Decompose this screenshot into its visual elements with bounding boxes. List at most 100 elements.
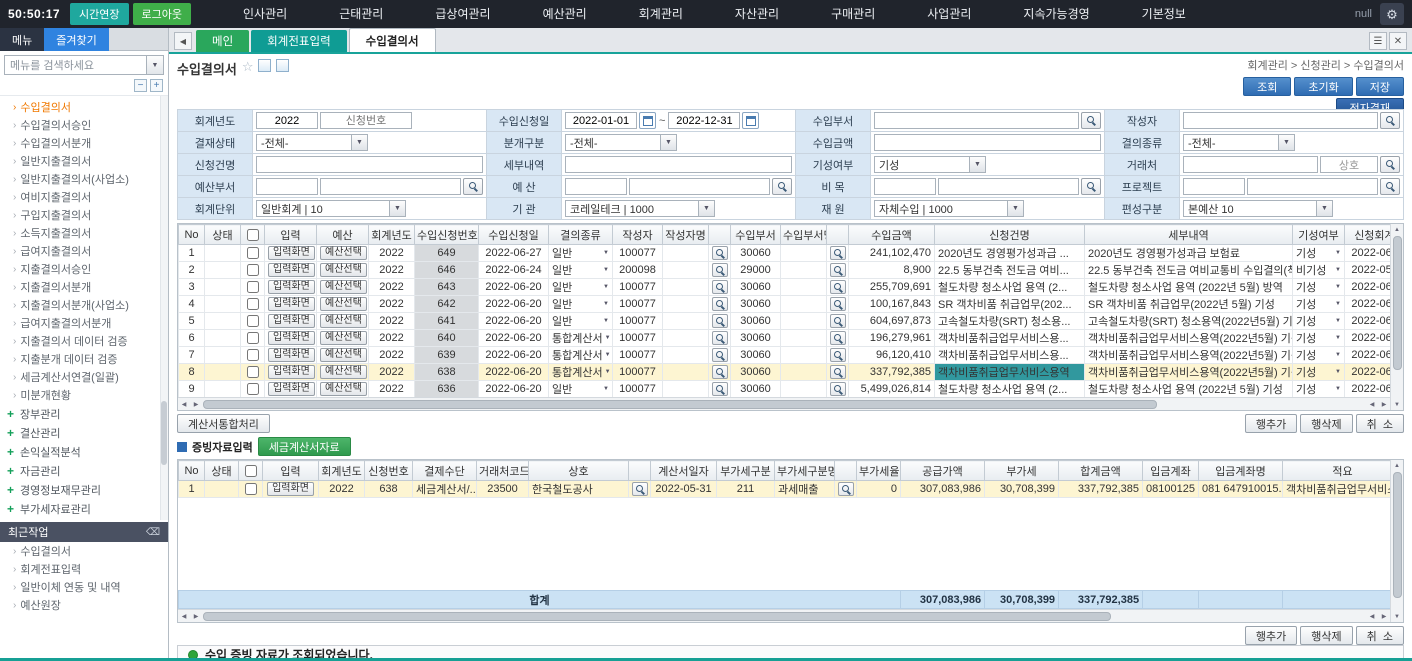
search-icon-button[interactable]: [830, 365, 846, 379]
search-icon-button[interactable]: [712, 331, 728, 345]
cell-select-completion[interactable]: 기성▼: [1293, 245, 1345, 262]
cell-select-res_type[interactable]: 일반▼: [549, 381, 613, 398]
cell-select-res_type[interactable]: 통합계산서▼: [549, 364, 613, 381]
logout-button[interactable]: 로그아웃: [133, 3, 191, 25]
income-amount-input[interactable]: [874, 134, 1101, 151]
cancel-button[interactable]: 취 소: [1356, 626, 1404, 645]
budget-select-button[interactable]: 예산선택: [320, 280, 367, 294]
input-screen-button[interactable]: 입력화면: [268, 314, 315, 328]
search-icon-button[interactable]: [712, 348, 728, 362]
tab-income-resolution[interactable]: 수입결의서: [349, 28, 436, 52]
search-icon[interactable]: [1380, 156, 1400, 173]
search-icon-button[interactable]: [830, 246, 846, 260]
search-icon[interactable]: [1081, 178, 1101, 195]
chevron-down-icon[interactable]: ▼: [698, 201, 714, 216]
writer-input[interactable]: [1183, 112, 1378, 129]
sidebar-menu-item[interactable]: ›여비지출결의서: [0, 188, 168, 206]
chevron-down-icon[interactable]: ▼: [1316, 201, 1332, 216]
search-icon-button[interactable]: [838, 482, 854, 496]
budget-select-button[interactable]: 예산선택: [320, 331, 367, 345]
row-checkbox[interactable]: [247, 349, 259, 361]
row-checkbox[interactable]: [245, 483, 257, 495]
help-icon[interactable]: [276, 59, 289, 72]
row-checkbox[interactable]: [247, 247, 259, 259]
row-checkbox[interactable]: [247, 332, 259, 344]
gear-icon[interactable]: ⚙: [1380, 3, 1404, 25]
input-screen-button[interactable]: 입력화면: [268, 280, 315, 294]
tab-main[interactable]: 메인: [196, 30, 249, 52]
expense-item-name-input[interactable]: [938, 178, 1079, 195]
time-extend-button[interactable]: 시간연장: [70, 3, 128, 25]
grid-row[interactable]: 2입력화면예산선택20226462022-06-24일반▼20009829000…: [179, 262, 1391, 279]
input-screen-button[interactable]: 입력화면: [268, 246, 315, 260]
budget-select-button[interactable]: 예산선택: [320, 365, 367, 379]
cell-select-completion[interactable]: 비기성▼: [1293, 262, 1345, 279]
cell-select-res_type[interactable]: 일반▼: [549, 313, 613, 330]
cell-select-completion[interactable]: 기성▼: [1293, 381, 1345, 398]
horizontal-scrollbar[interactable]: ◀▶ ◀▶: [178, 609, 1390, 622]
row-checkbox[interactable]: [247, 315, 259, 327]
grid-row[interactable]: 6입력화면예산선택20226402022-06-20통합계산서▼10007730…: [179, 330, 1391, 347]
search-icon-button[interactable]: [830, 280, 846, 294]
row-checkbox[interactable]: [247, 264, 259, 276]
sidebar-menu-item[interactable]: ›일반지출결의서(사업소): [0, 170, 168, 188]
agency-select[interactable]: 코레일테크 | 1000 ▼: [565, 200, 715, 217]
input-screen-button[interactable]: 입력화면: [268, 263, 315, 277]
sidebar-menu-item[interactable]: ›수입결의서분개: [0, 134, 168, 152]
topnav-item[interactable]: 예산관리: [517, 0, 613, 28]
vertical-scrollbar[interactable]: ▲ ▼: [1390, 460, 1403, 622]
search-icon-button[interactable]: [712, 263, 728, 277]
expand-plus-icon[interactable]: +: [7, 445, 14, 459]
chevron-down-icon[interactable]: ▼: [1278, 135, 1294, 150]
row-add-button[interactable]: 행추가: [1245, 626, 1297, 645]
search-icon-button[interactable]: [712, 365, 728, 379]
budget-select-button[interactable]: 예산선택: [320, 297, 367, 311]
budget-select-button[interactable]: 예산선택: [320, 382, 367, 396]
chevron-down-icon[interactable]: ▼: [660, 135, 676, 150]
project-name-input[interactable]: [1247, 178, 1378, 195]
row-checkbox[interactable]: [247, 366, 259, 378]
topnav-item[interactable]: 자산관리: [709, 0, 805, 28]
tab-close-icon[interactable]: ✕: [1389, 32, 1407, 50]
tax-invoice-button[interactable]: 세금계산서자료: [258, 437, 351, 456]
tab-journal-entry[interactable]: 회계전표입력: [251, 30, 346, 52]
topnav-item[interactable]: 인사관리: [217, 0, 313, 28]
search-icon-button[interactable]: [712, 297, 728, 311]
search-icon[interactable]: [1380, 112, 1400, 129]
row-add-button[interactable]: 행추가: [1245, 414, 1297, 433]
vertical-scrollbar[interactable]: ▲ ▼: [1390, 224, 1403, 410]
favorite-star-icon[interactable]: ☆: [242, 59, 254, 75]
grid-row[interactable]: 1입력화면2022638세금계산서/...23500한국철도공사2022-05-…: [179, 481, 1391, 498]
input-screen-button[interactable]: 입력화면: [268, 297, 315, 311]
grid-row[interactable]: 9입력화면예산선택20226362022-06-20일반▼10007730060…: [179, 381, 1391, 398]
recent-item[interactable]: ›예산원장: [0, 596, 168, 614]
resolution-type-select[interactable]: -전체- ▼: [1183, 134, 1295, 151]
cell-select-completion[interactable]: 기성▼: [1293, 364, 1345, 381]
cell-select-completion[interactable]: 기성▼: [1293, 347, 1345, 364]
fund-source-select[interactable]: 자체수입 | 1000 ▼: [874, 200, 1024, 217]
input-screen-button[interactable]: 입력화면: [268, 331, 315, 345]
select-all-checkbox[interactable]: [247, 229, 259, 241]
cell-select-completion[interactable]: 기성▼: [1293, 279, 1345, 296]
grid-row[interactable]: 1입력화면예산선택20226492022-06-27일반▼10007730060…: [179, 245, 1391, 262]
sidebar-group-item[interactable]: +결산관리: [0, 423, 168, 442]
budget-select-button[interactable]: 예산선택: [320, 263, 367, 277]
row-checkbox[interactable]: [247, 281, 259, 293]
topnav-item[interactable]: 지속가능경영: [997, 0, 1115, 28]
search-icon-button[interactable]: [712, 280, 728, 294]
search-icon-button[interactable]: [830, 263, 846, 277]
topnav-item[interactable]: 급상여관리: [409, 0, 516, 28]
topnav-item[interactable]: 근태관리: [313, 0, 409, 28]
sidebar-scrollbar[interactable]: [160, 96, 168, 520]
sidebar-menu-item[interactable]: ›미분개현황: [0, 386, 168, 404]
budget-dept-name-input[interactable]: [320, 178, 461, 195]
menu-search-combo[interactable]: 메뉴를 검색하세요 ▼: [4, 55, 164, 75]
sidebar-menu-item[interactable]: ›세금계산서연결(일괄): [0, 368, 168, 386]
grid-row[interactable]: 7입력화면예산선택20226392022-06-20통합계산서▼10007730…: [179, 347, 1391, 364]
recent-item[interactable]: ›일반이체 연동 및 내역: [0, 578, 168, 596]
sidebar-group-item[interactable]: +부가세자료관리: [0, 499, 168, 518]
save-button[interactable]: 저장: [1356, 77, 1404, 96]
expand-all-button[interactable]: +: [150, 79, 163, 92]
cell-select-res_type[interactable]: 일반▼: [549, 262, 613, 279]
expand-plus-icon[interactable]: +: [7, 483, 14, 497]
